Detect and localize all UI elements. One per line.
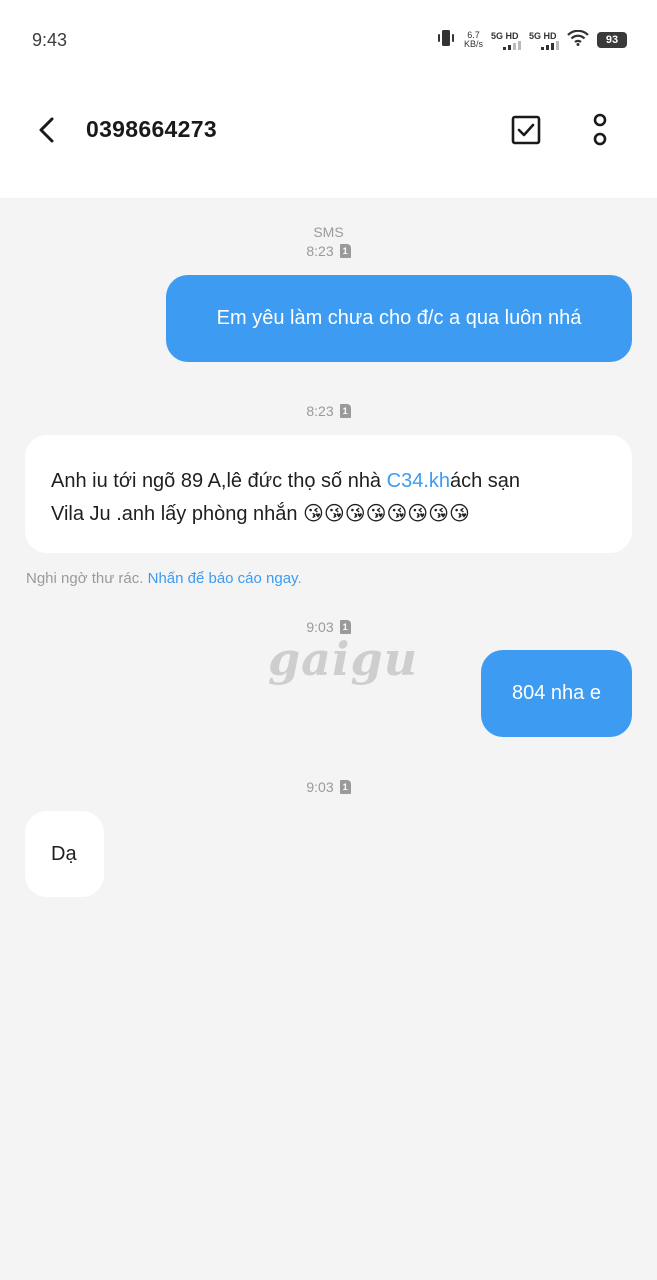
sim1-signal: 5G HD [491,31,521,50]
battery-indicator: 93 [597,32,627,48]
message-line: Vila Ju .anh lấy phòng nhắn 😘😘😘😘😘😘😘😘 [51,503,470,525]
more-vertical-icon [593,113,607,146]
wifi-icon [567,29,589,51]
message-timestamp: 9:03 1 [0,779,657,795]
sim-badge-icon: 1 [339,404,351,418]
status-time: 9:43 [32,30,68,50]
contact-title: 0398664273 [86,116,217,142]
outgoing-message[interactable]: 804 nha e [481,650,632,737]
checkbox-icon [511,115,541,145]
top-bar: 9:43 6.7 KB/s 5G HD 5G HD 93 0398664273 [0,0,657,198]
message-link[interactable]: C34.kh [387,470,450,492]
sim-badge-icon: 1 [339,780,351,794]
sim2-signal: 5G HD [529,31,559,50]
message-line: Anh iu tới ngõ 89 A,lê đức thọ số nhà C3… [51,470,521,492]
network-speed: 6.7 KB/s [463,30,483,49]
outgoing-message[interactable]: Em yêu làm chưa cho đ/c a qua luôn nhá [166,275,632,362]
report-spam-link[interactable]: Nhấn để báo cáo ngay [148,570,298,587]
channel-label: SMS [313,224,344,240]
incoming-message[interactable]: Anh iu tới ngõ 89 A,lê đức thọ số nhà C3… [25,435,632,553]
select-messages-button[interactable] [508,112,544,148]
sim-badge-icon: 1 [339,244,351,258]
status-icons: 6.7 KB/s 5G HD 5G HD 93 [436,28,627,52]
incoming-message[interactable]: Dạ [25,811,104,897]
message-timestamp: 8:23 1 [0,243,657,259]
more-options-button[interactable] [586,110,614,150]
signal-icon [541,40,559,50]
spam-notice: Nghi ngờ thư rác. Nhấn để báo cáo ngay. [26,570,302,587]
signal-icon [503,40,521,50]
back-button[interactable] [32,112,60,148]
chevron-left-icon [39,117,54,143]
watermark: gaigu [268,632,419,686]
vibrate-icon [436,29,456,52]
message-timestamp: 8:23 1 [0,403,657,419]
